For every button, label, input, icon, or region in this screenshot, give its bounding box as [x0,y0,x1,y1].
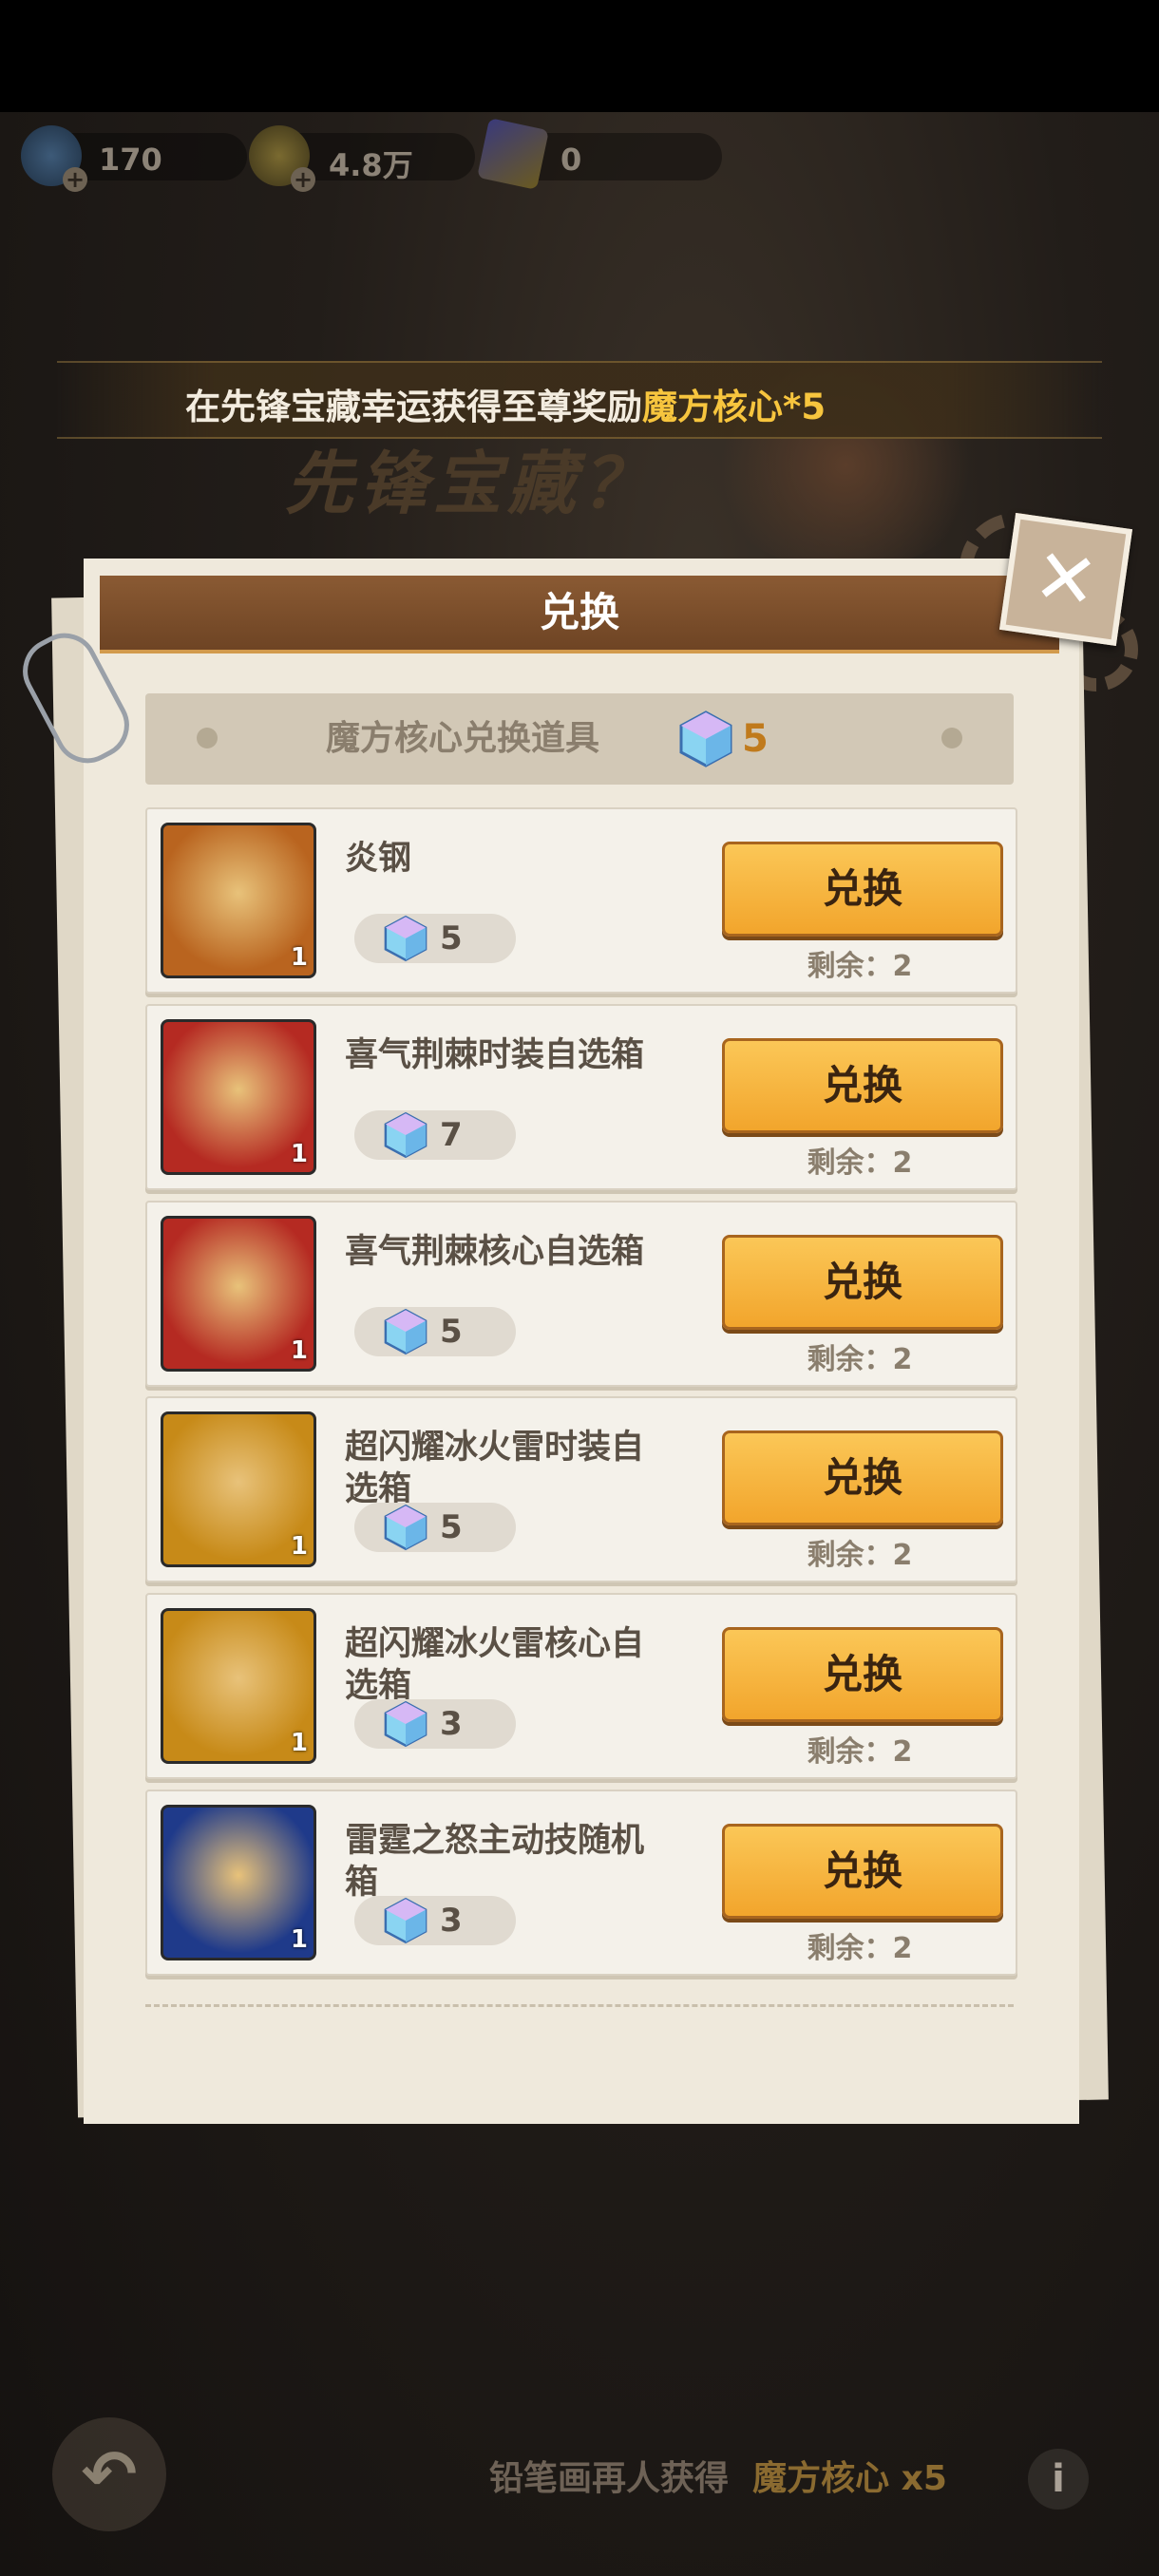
magic-cube-core-icon [679,710,732,767]
exchange-item-row: 1 超闪耀冰火雷核心自选箱 3 兑换剩余：2 [145,1593,1017,1779]
exchange-button[interactable]: 兑换 [722,1038,1003,1133]
gift-box-icon: 1 [161,1019,316,1175]
exchange-item-row: 1 雷霆之怒主动技随机箱 3 兑换剩余：2 [145,1790,1017,1976]
resource-value: 4.8万 [329,147,413,183]
cost-pill: 3 [354,1699,516,1749]
item-quantity: 1 [290,1532,308,1561]
dot-icon [941,728,962,748]
cost-pill: 5 [354,1307,516,1356]
thunder-chest-icon: 1 [161,1805,316,1960]
exchange-item-row: 1 喜气荆棘时装自选箱 7 兑换剩余：2 [145,1004,1017,1190]
item-cost: 7 [440,1116,463,1154]
remaining-count: 剩余：2 [807,1735,913,1769]
item-name: 喜气荆棘核心自选箱 [345,1233,645,1271]
item-cost: 5 [440,1313,463,1351]
plus-icon[interactable]: + [291,167,315,192]
resource-value: 170 [99,142,162,178]
exchange-item-row: 1 喜气荆棘核心自选箱 5 兑换剩余：2 [145,1201,1017,1387]
item-name: 雷霆之怒主动技随机箱 [345,1822,645,1902]
magic-cube-core-icon [384,1308,428,1355]
exchange-button-label: 兑换 [822,865,902,912]
item-cost: 3 [440,1705,463,1743]
sub-title: 魔方核心兑换道具 [326,719,600,758]
exchange-button[interactable]: 兑换 [722,1235,1003,1330]
remaining-count: 剩余：2 [807,1539,913,1572]
back-button[interactable]: ↶ [52,2417,166,2531]
currency-count: 5 [742,717,769,761]
exchange-button[interactable]: 兑换 [722,1824,1003,1919]
item-quantity: 1 [290,1140,308,1168]
chest-icon: 1 [161,1216,316,1372]
list-end-divider [145,2004,1014,2007]
exchange-button[interactable]: 兑换 [722,1627,1003,1722]
cost-pill: 7 [354,1110,516,1160]
exchange-button-label: 兑换 [822,1454,902,1501]
dialog-title: 兑换 [539,589,619,635]
remaining-count: 剩余：2 [807,1932,913,1965]
item-cost: 3 [440,1902,463,1940]
exchange-item-row: 1 炎钢 5 兑换剩余：2 [145,807,1017,994]
remaining-count: 剩余：2 [807,1146,913,1180]
resource-value: 0 [560,142,582,178]
magic-cube-core-icon [384,1111,428,1159]
exchange-button-label: 兑换 [822,1062,902,1108]
cost-pill: 3 [354,1896,516,1945]
background-event-title: 先锋宝藏？ [285,444,656,523]
item-quantity: 1 [290,1336,308,1365]
exchange-button-label: 兑换 [822,1651,902,1697]
mecha-icon: 1 [161,823,316,978]
back-arrow-icon: ↶ [81,2435,138,2513]
magic-cube-core-icon [384,1504,428,1551]
banner-prefix: 在先锋宝藏幸运获得至尊奖励 [185,387,642,427]
reward-banner-text: 在先锋宝藏幸运获得至尊奖励魔方核心*5 [185,378,826,429]
bottom-hint-highlight: 魔方核心 x5 [752,2459,947,2498]
close-icon: ✕ [1028,530,1104,628]
exchange-button-label: 兑换 [822,1259,902,1305]
item-quantity: 1 [290,943,308,972]
item-name: 喜气荆棘时装自选箱 [345,1036,645,1074]
magic-cube-core-icon [384,915,428,962]
cost-pill: 5 [354,1503,516,1552]
item-quantity: 1 [290,1729,308,1757]
remaining-count: 剩余：2 [807,950,913,983]
magic-cube-core-icon [384,1897,428,1944]
exchange-item-row: 1 超闪耀冰火雷时装自选箱 5 兑换剩余：2 [145,1396,1017,1582]
banner-highlight: 魔方核心*5 [642,387,826,427]
magic-cube-core-icon [384,1700,428,1748]
status-bar-area [0,0,1159,112]
chest-icon: 1 [161,1608,316,1764]
item-cost: 5 [440,1508,463,1546]
cost-pill: 5 [354,914,516,963]
exchange-button[interactable]: 兑换 [722,1430,1003,1525]
ticket-icon [477,118,549,190]
bottom-hint-text: 铅笔画再人获得 [489,2459,730,2498]
plus-icon[interactable]: + [63,167,87,192]
dot-icon [197,728,218,748]
item-name: 超闪耀冰火雷时装自选箱 [345,1429,645,1508]
remaining-count: 剩余：2 [807,1343,913,1376]
item-name: 炎钢 [345,840,412,878]
item-cost: 5 [440,919,463,957]
dialog-header: 兑换 [100,576,1059,653]
item-name: 超闪耀冰火雷核心自选箱 [345,1625,645,1705]
bottom-hint: 铅笔画再人获得 魔方核心 x5 [489,2451,947,2500]
item-quantity: 1 [290,1925,308,1954]
close-button[interactable]: ✕ [998,512,1133,647]
exchange-button-label: 兑换 [822,1847,902,1894]
exchange-sub-header: 魔方核心兑换道具 5 [145,693,1014,785]
gift-box-icon: 1 [161,1411,316,1567]
info-button[interactable]: i [1028,2449,1089,2510]
exchange-button[interactable]: 兑换 [722,842,1003,937]
